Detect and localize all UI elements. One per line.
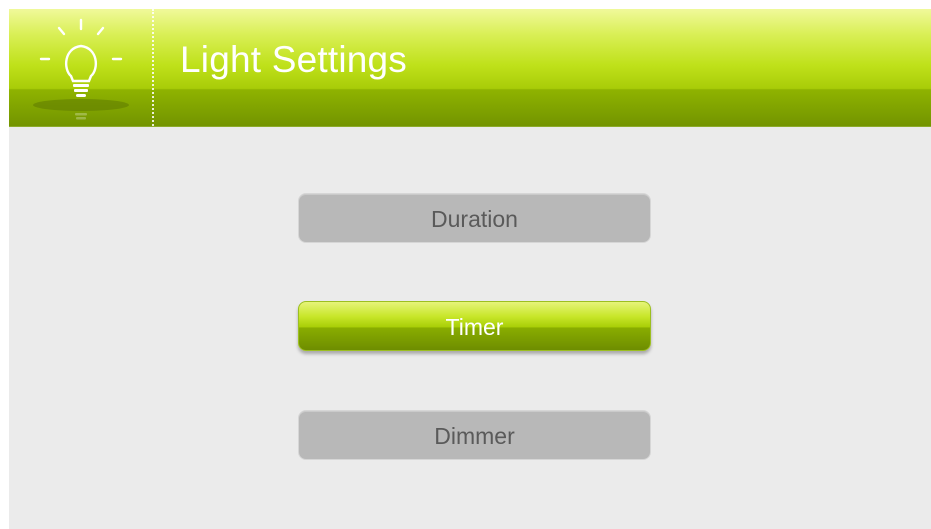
dimmer-button[interactable]: Dimmer [298, 410, 651, 460]
light-settings-screen: Light Settings Duration Timer Dimmer [9, 9, 931, 529]
page-title: Light Settings [180, 39, 408, 80]
duration-button[interactable]: Duration [298, 193, 651, 243]
header-divider [152, 9, 154, 126]
timer-button[interactable]: Timer [298, 301, 651, 351]
light-bulb-icon [9, 9, 152, 126]
header-bar: Light Settings [9, 9, 931, 127]
